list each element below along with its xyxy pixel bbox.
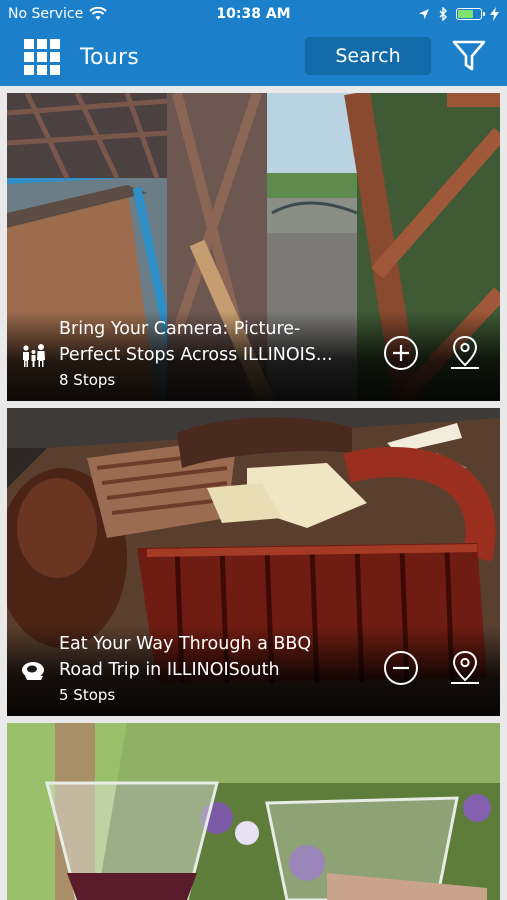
map-pin-icon[interactable]: [448, 335, 482, 371]
search-button[interactable]: Search: [305, 37, 431, 75]
tour-card[interactable]: [7, 723, 500, 900]
grid-menu-icon[interactable]: [24, 39, 62, 75]
add-tour-button[interactable]: [384, 336, 418, 370]
carrier-label: No Service: [8, 6, 84, 22]
wifi-icon: [89, 7, 107, 20]
status-time: 10:38 AM: [216, 6, 291, 22]
status-right: [329, 7, 499, 21]
charging-bolt-icon: [490, 7, 499, 21]
tour-title: Bring Your Camera: Picture- Perfect Stop…: [59, 316, 369, 368]
tour-title-line2: Road Trip in ILLINOISouth: [59, 660, 280, 680]
food-icon: [22, 662, 44, 680]
status-left: No Service: [8, 6, 178, 22]
tour-card[interactable]: Eat Your Way Through a BBQ Road Trip in …: [7, 408, 500, 716]
battery-icon: [456, 8, 485, 20]
remove-tour-button[interactable]: [384, 651, 418, 685]
status-bar: No Service 10:38 AM: [0, 0, 507, 28]
battery-level: [458, 10, 474, 18]
tour-title-line1: Eat Your Way Through a BBQ: [59, 634, 312, 654]
location-arrow-icon: [419, 9, 429, 19]
tour-image-wine: [7, 723, 500, 900]
tour-stops-count: 5 Stops: [59, 686, 116, 704]
minus-circle-icon: [393, 666, 409, 670]
tour-title-line2: Perfect Stops Across ILLINOIS...: [59, 345, 333, 365]
plus-circle-icon: [393, 345, 409, 361]
map-pin-icon[interactable]: [448, 650, 482, 686]
tour-card[interactable]: Bring Your Camera: Picture- Perfect Stop…: [7, 93, 500, 401]
bluetooth-icon: [439, 7, 447, 21]
tour-title-line1: Bring Your Camera: Picture-: [59, 319, 301, 339]
tour-title: Eat Your Way Through a BBQ Road Trip in …: [59, 631, 369, 683]
filter-funnel-icon[interactable]: [451, 39, 487, 73]
page-title: Tours: [80, 44, 140, 70]
nav-bar: Tours Search: [0, 28, 507, 86]
tour-stops-count: 8 Stops: [59, 371, 116, 389]
family-icon: [23, 344, 45, 367]
